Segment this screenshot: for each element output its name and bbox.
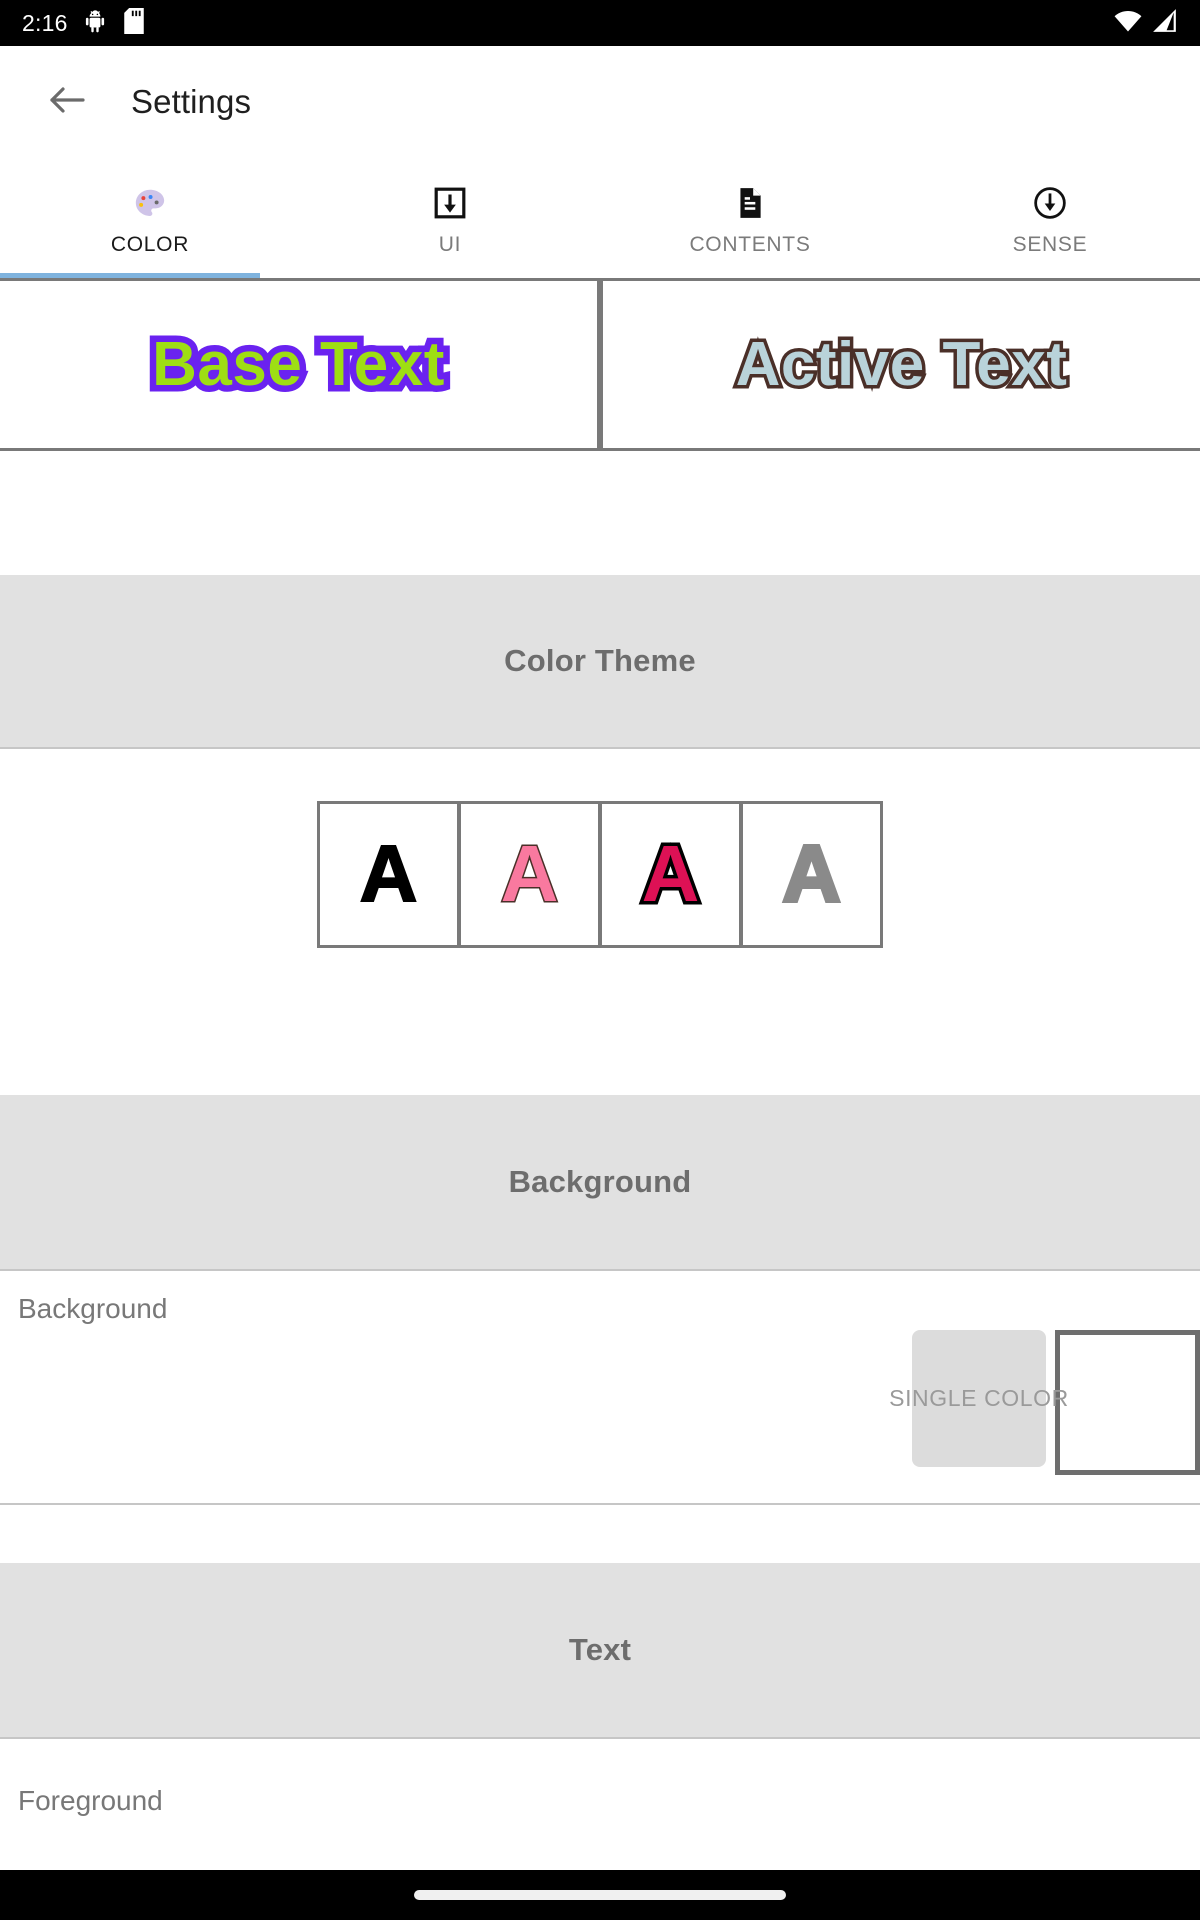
color-theme-swatch-row: A A A A xyxy=(0,749,1200,999)
spacer-after-preview xyxy=(0,451,1200,575)
section-header-color-theme: Color Theme xyxy=(0,575,1200,747)
download-box-icon xyxy=(433,185,467,221)
preview-card-active-text[interactable]: Active Text xyxy=(603,281,1200,448)
back-button[interactable] xyxy=(40,75,94,129)
palette-icon xyxy=(133,185,167,221)
row-controls-background: SINGLE COLOR xyxy=(889,1330,1200,1475)
row-label-foreground: Foreground xyxy=(18,1785,163,1816)
cellular-signal-icon xyxy=(1152,8,1178,38)
section-title-text: Text xyxy=(568,1632,632,1667)
theme-swatch-3[interactable]: A xyxy=(602,803,739,945)
tab-color[interactable]: COLOR xyxy=(0,158,300,278)
tab-bar: COLOR UI CONTENTS SENSE xyxy=(0,158,1200,278)
tab-contents[interactable]: CONTENTS xyxy=(600,158,900,278)
page-title: Settings xyxy=(131,83,252,120)
home-gesture-handle[interactable] xyxy=(414,1890,786,1900)
preview-active-text: Active Text xyxy=(732,327,1070,403)
status-bar: 2:16 xyxy=(0,0,1200,46)
navigation-bar xyxy=(0,1870,1200,1920)
settings-screen: 2:16 Settings COLOR UI CONTENTS SENSE Ba… xyxy=(0,0,1200,1920)
tab-label-ui: UI xyxy=(438,233,462,256)
app-bar: Settings xyxy=(0,46,1200,158)
row-label-background: Background xyxy=(18,1293,168,1324)
preview-base-text: Base Text xyxy=(146,324,451,406)
status-bar-left: 2:16 xyxy=(22,7,146,39)
single-color-button-label: SINGLE COLOR xyxy=(889,1385,1069,1411)
section-title-color-theme: Color Theme xyxy=(504,643,696,678)
background-color-swatch[interactable] xyxy=(1055,1330,1200,1475)
theme-swatch-letter: A xyxy=(638,829,703,918)
tab-label-contents: CONTENTS xyxy=(689,233,811,256)
tab-label-color: COLOR xyxy=(110,233,190,256)
theme-swatch-4[interactable]: A xyxy=(743,803,880,945)
theme-swatch-letter: A xyxy=(781,829,843,918)
theme-swatch-1[interactable]: A xyxy=(320,803,457,945)
tab-label-sense: SENSE xyxy=(1012,233,1088,256)
back-arrow-icon xyxy=(48,85,86,120)
status-bar-right xyxy=(1114,8,1178,38)
row-foreground[interactable]: Foreground xyxy=(0,1739,1200,1870)
single-color-button[interactable]: SINGLE COLOR xyxy=(889,1330,1068,1467)
theme-swatch-letter: A xyxy=(499,829,560,918)
preview-row: Base Text Active Text xyxy=(0,278,1200,451)
spacer-after-background xyxy=(0,1505,1200,1563)
row-background[interactable]: Background SINGLE COLOR xyxy=(0,1271,1200,1503)
download-circle-icon xyxy=(1033,185,1067,221)
wifi-icon xyxy=(1114,9,1142,38)
section-header-background: Background xyxy=(0,1095,1200,1269)
tab-active-indicator xyxy=(0,273,260,278)
preview-card-base-text[interactable]: Base Text xyxy=(0,281,597,448)
section-title-background: Background xyxy=(508,1164,692,1199)
status-clock: 2:16 xyxy=(22,9,68,36)
sd-card-icon xyxy=(122,7,146,39)
spacer-after-theme xyxy=(0,999,1200,1095)
tab-ui[interactable]: UI xyxy=(300,158,600,278)
document-icon xyxy=(733,185,767,221)
color-theme-swatch-group: A A A A xyxy=(317,800,883,948)
theme-swatch-2[interactable]: A xyxy=(461,803,598,945)
theme-swatch-letter: A xyxy=(359,829,419,918)
android-debug-icon xyxy=(82,8,108,39)
section-header-text: Text xyxy=(0,1563,1200,1737)
tab-sense[interactable]: SENSE xyxy=(900,158,1200,278)
